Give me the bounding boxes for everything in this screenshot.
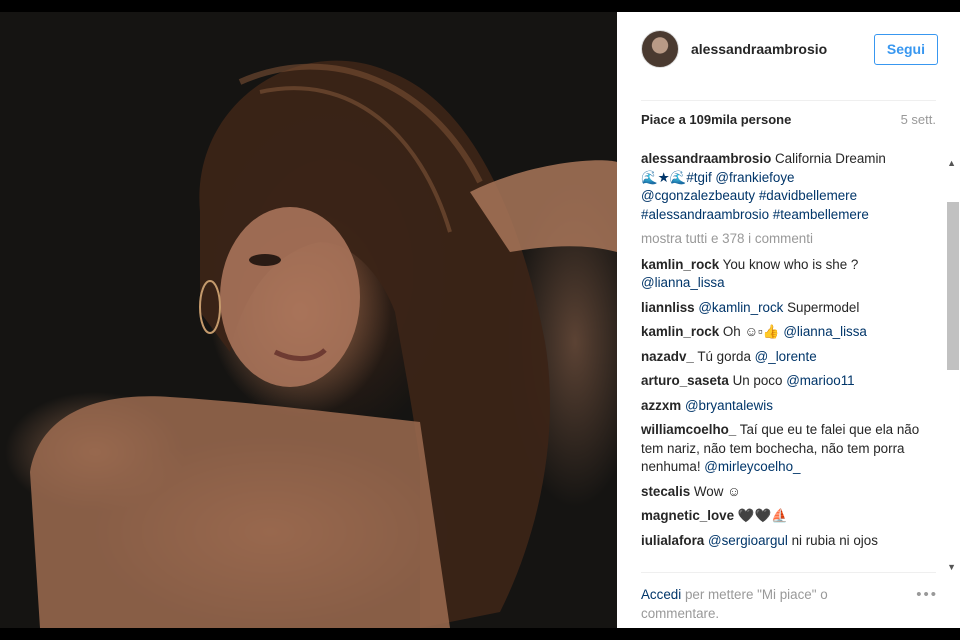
header-divider	[641, 100, 936, 101]
follow-button[interactable]: Segui	[873, 33, 938, 65]
author-username[interactable]: alessandraambrosio	[691, 41, 874, 57]
list-item: iuliala​fora @sergioargul ni rubia ni oj…	[641, 532, 941, 551]
comment-text: 🖤🖤⛵	[737, 508, 788, 523]
caption: alessandraambrosio California Dreamin 🌊★…	[641, 150, 941, 224]
footer-divider	[641, 572, 936, 573]
comment-text: Wow ☺	[693, 483, 741, 499]
comment-username[interactable]: azzxm	[641, 398, 681, 413]
more-options-icon[interactable]: •••	[916, 586, 938, 603]
login-link[interactable]: Accedi	[641, 587, 681, 602]
comment-tag[interactable]: @kamlin_rock	[698, 300, 783, 315]
comment-username[interactable]: williamcoelho_	[641, 422, 736, 437]
post-date[interactable]: 5 sett.	[901, 112, 936, 127]
scrollbar-thumb[interactable]	[947, 202, 959, 370]
comment-tag[interactable]: @lianna_lissa	[783, 324, 867, 339]
caption-tags-1[interactable]: 🌊★🌊#tgif @frankiefoye	[641, 170, 794, 185]
comment-tag[interactable]: @marioo11	[786, 373, 854, 388]
post-side-panel: alessandraambrosio Segui Piace a 109mila…	[617, 12, 960, 628]
comment-text: Supermodel	[787, 299, 860, 315]
avatar[interactable]	[641, 30, 679, 68]
caption-username[interactable]: alessandraambrosio	[641, 151, 771, 166]
comment-tag[interactable]: @_lorente	[755, 349, 817, 364]
comment-username[interactable]: kamlin_rock	[641, 324, 719, 339]
list-item: kamlin_rock Oh ☺▫👍 @lianna_lissa	[641, 323, 941, 342]
comments-list[interactable]: alessandraambrosio California Dreamin 🌊★…	[641, 150, 941, 570]
comment-text: Un poco	[732, 373, 783, 388]
comment-username[interactable]: kamlin_rock	[641, 257, 719, 272]
comment-text: ni rubia ni ojos	[791, 532, 878, 548]
caption-tags-3[interactable]: #alessandraambrosio #teambellemere	[641, 207, 869, 222]
comment-text: Oh ☺▫👍	[722, 324, 780, 339]
comment-username[interactable]: liannliss	[641, 300, 695, 315]
list-item: liannliss @kamlin_rock Supermodel	[641, 299, 941, 318]
comment-tag[interactable]: @mirleycoelho_	[704, 459, 800, 474]
list-item: stecalis Wow ☺	[641, 483, 941, 502]
comment-username[interactable]: iuliala​fora	[641, 533, 704, 548]
likes-row: Piace a 109mila persone 5 sett.	[641, 112, 936, 127]
list-item: williamcoelho_ Taí que eu te falei que e…	[641, 421, 941, 477]
post-header: alessandraambrosio Segui	[617, 12, 960, 86]
list-item: magnetic_love 🖤🖤⛵	[641, 507, 941, 526]
scroll-down-icon[interactable]: ▼	[947, 562, 956, 572]
comment-username[interactable]: nazadv_	[641, 349, 694, 364]
comment-tag[interactable]: @sergioargul	[708, 533, 788, 548]
comment-tag[interactable]: @lianna_lissa	[641, 275, 725, 290]
caption-tags-2[interactable]: @cgonzalezbeauty #davidbellemere	[641, 188, 857, 203]
comment-text: Tú gorda	[697, 348, 751, 364]
comment-text: You know who is she ?	[722, 256, 859, 272]
show-all-comments-link[interactable]: mostra tutti e 378 i commenti	[641, 230, 941, 249]
likes-count[interactable]: Piace a 109mila persone	[641, 112, 791, 127]
scroll-up-icon[interactable]: ▲	[947, 158, 956, 168]
comment-username[interactable]: magnetic_love	[641, 508, 734, 523]
list-item: azzxm @bryantalewis	[641, 397, 941, 416]
comment-username[interactable]: stecalis	[641, 484, 690, 499]
comment-tag[interactable]: @bryantalewis	[685, 398, 773, 413]
caption-text: California Dreamin	[774, 151, 886, 166]
list-item: nazadv_ Tú gorda @_lorente	[641, 348, 941, 367]
login-prompt: Accedi per mettere "Mi piace" o commenta…	[641, 585, 891, 623]
list-item: arturo_saseta Un poco @marioo11	[641, 372, 941, 391]
photo-illustration	[30, 60, 617, 628]
comment-username[interactable]: arturo_saseta	[641, 373, 729, 388]
list-item: kamlin_rock You know who is she ? @liann…	[641, 256, 941, 293]
post-photo	[0, 12, 617, 628]
